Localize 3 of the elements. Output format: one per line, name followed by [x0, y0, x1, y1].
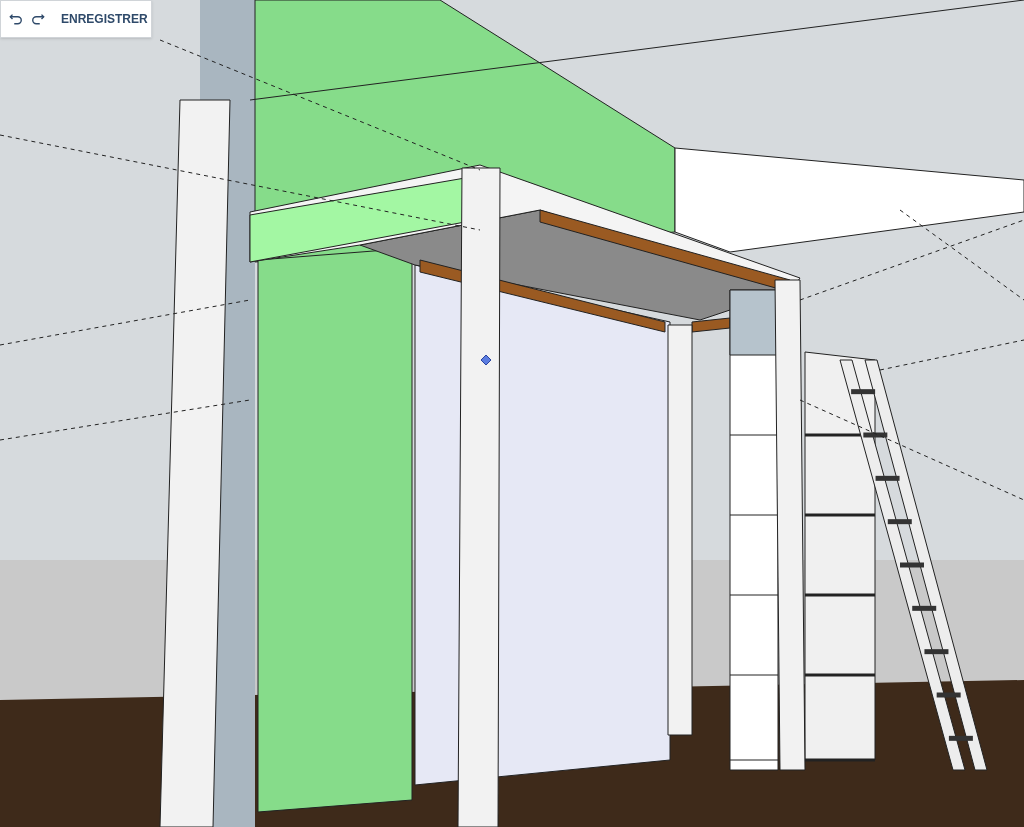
- redo-icon[interactable]: [31, 12, 45, 26]
- save-button[interactable]: ENREGISTRER: [61, 10, 148, 28]
- undo-icon[interactable]: [9, 12, 23, 26]
